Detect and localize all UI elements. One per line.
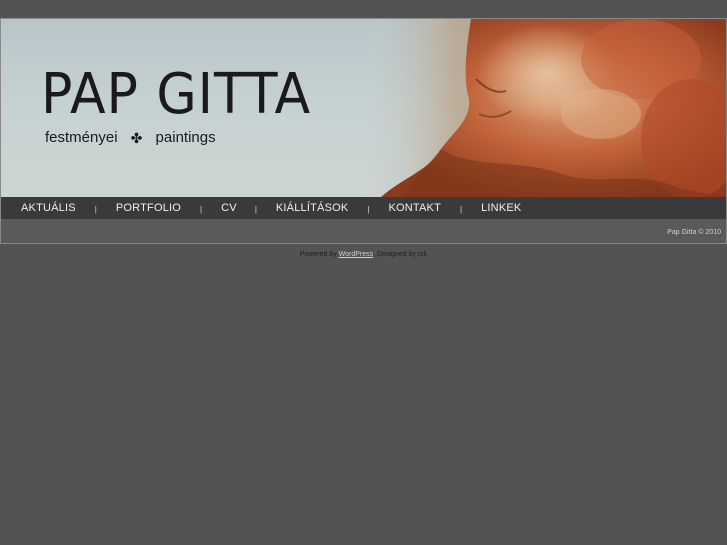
tagline-hungarian: festményei	[45, 129, 118, 146]
quatrefoil-ornament-icon: ✤	[130, 129, 143, 146]
nav-item-kontakt[interactable]: KONTAKT	[388, 202, 441, 214]
nav-item-portfolio[interactable]: PORTFOLIO	[116, 202, 181, 214]
powered-by-prefix: Powered by	[299, 251, 339, 258]
main-navigation: AKTUÁLIS | PORTFOLIO | CV | KIÁLLÍTÁSOK …	[1, 197, 726, 219]
nav-separator: |	[254, 205, 257, 214]
nav-separator: |	[460, 205, 463, 214]
wordpress-link[interactable]: WordPress	[339, 251, 374, 258]
nav-separator: |	[367, 205, 370, 214]
copyright-text: Pap Gitta © 2010	[667, 229, 721, 236]
nav-item-linkek[interactable]: LINKEK	[481, 202, 521, 214]
nav-separator: |	[94, 205, 97, 214]
designed-by-text: . Designed by rck	[373, 251, 428, 258]
nav-item-aktualis[interactable]: AKTUÁLIS	[21, 202, 76, 214]
site-title[interactable]: PAP GITTA	[41, 67, 311, 123]
page-container: PAP GITTA festményei ✤ paintings AKTUÁLI…	[0, 18, 727, 244]
site-tagline: festményei ✤ paintings	[45, 129, 216, 146]
nav-item-cv[interactable]: CV	[221, 202, 237, 214]
nav-separator: |	[200, 205, 203, 214]
nav-item-kiallitasok[interactable]: KIÁLLÍTÁSOK	[276, 202, 349, 214]
tagline-english: paintings	[155, 129, 216, 146]
footer-bar: Pap Gitta © 2010	[1, 219, 726, 243]
header-banner: PAP GITTA festményei ✤ paintings	[1, 19, 726, 197]
powered-by-line: Powered by WordPress. Designed by rck	[0, 251, 727, 258]
